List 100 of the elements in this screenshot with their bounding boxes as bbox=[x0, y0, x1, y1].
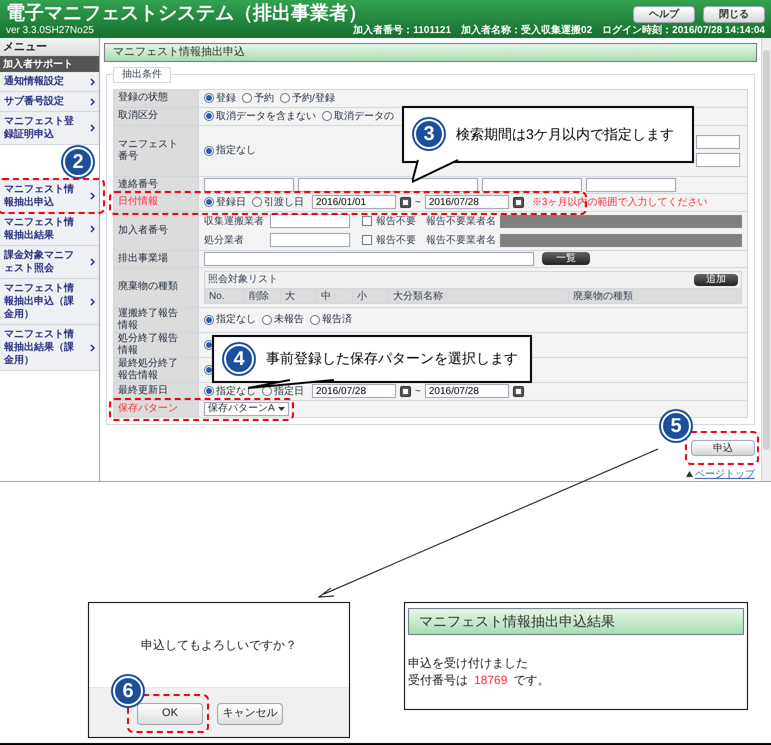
menu-item[interactable]: 課金対象マニフェスト照会 bbox=[0, 246, 99, 279]
user-info: 加入者番号：1101121 bbox=[353, 25, 452, 37]
field-label: 報告不要業者名 bbox=[426, 234, 496, 248]
radio-label: 未報告 bbox=[274, 312, 304, 327]
field-label: 処分業者 bbox=[204, 234, 245, 248]
field-label: 最終更新日 bbox=[118, 385, 168, 397]
receipt-number: 18769 bbox=[474, 672, 508, 689]
text-field[interactable] bbox=[586, 178, 676, 192]
radio-button[interactable] bbox=[204, 386, 214, 396]
calendar-icon[interactable] bbox=[512, 196, 524, 208]
radio-button[interactable] bbox=[242, 93, 252, 103]
radio-button[interactable] bbox=[322, 111, 332, 121]
menu-item[interactable]: マニフェスト登録証明申込 bbox=[0, 112, 99, 145]
list-button[interactable]: 一覧 bbox=[542, 252, 590, 265]
radio-button[interactable] bbox=[252, 197, 262, 207]
text-field[interactable] bbox=[482, 178, 582, 192]
date-field[interactable]: 2016/01/01 bbox=[312, 195, 396, 209]
callout-text: 検索期間は3ケ月以内で指定します bbox=[456, 124, 674, 144]
radio-label: 登録日 bbox=[216, 196, 246, 210]
field-label: 加入者番号 bbox=[118, 224, 168, 236]
chevron-icon bbox=[90, 298, 95, 306]
radio-label: 指定日 bbox=[274, 384, 304, 398]
column-header: 大 bbox=[281, 288, 317, 302]
menu-item[interactable]: マニフェスト情報抽出結果 bbox=[0, 213, 99, 246]
radio-button[interactable] bbox=[204, 111, 214, 121]
column-header: No. bbox=[205, 288, 245, 302]
menu-item[interactable]: 通知情報設定 bbox=[0, 72, 99, 92]
field-label: 運搬終了報告情報 bbox=[118, 308, 179, 332]
checkbox[interactable] bbox=[362, 216, 372, 226]
text-field[interactable] bbox=[696, 152, 740, 166]
app-title: 電子マニフェストシステム（排出事業者） bbox=[6, 3, 367, 24]
up-triangle-icon bbox=[686, 471, 693, 477]
checkbox-label: 報告不要 bbox=[376, 214, 416, 228]
field-label: 収集運搬業者 bbox=[204, 214, 265, 228]
radio-label: 指定なし bbox=[216, 312, 256, 327]
dropdown[interactable]: 保存パターンA bbox=[204, 402, 289, 416]
radio-button[interactable] bbox=[204, 146, 214, 156]
radio-button[interactable] bbox=[204, 197, 214, 207]
calendar-icon[interactable] bbox=[400, 386, 411, 396]
text-field[interactable] bbox=[270, 214, 350, 228]
dialog-button[interactable]: OK bbox=[137, 702, 203, 725]
chevron-icon bbox=[90, 258, 95, 266]
text-field[interactable] bbox=[696, 134, 740, 148]
field-label: 処分終了報告情報 bbox=[118, 332, 179, 356]
calendar-icon[interactable] bbox=[400, 196, 411, 208]
radio-button[interactable] bbox=[262, 314, 272, 324]
radio-button[interactable] bbox=[204, 314, 214, 324]
field-label: 取消区分 bbox=[118, 110, 158, 122]
user-info: ログイン時刻：2016/07/28 14:14:04 bbox=[602, 25, 765, 37]
text-field[interactable] bbox=[204, 178, 294, 192]
menu-item[interactable]: マニフェスト情報抽出結果（課金用） bbox=[0, 325, 99, 371]
column-header: 廃棄物の種類 bbox=[569, 288, 741, 302]
radio-label: 予約/登録 bbox=[292, 92, 335, 106]
radio-label: 引渡し日 bbox=[264, 196, 304, 210]
menu-item[interactable]: マニフェスト情報抽出申込（課金用） bbox=[0, 279, 99, 325]
calendar-icon[interactable] bbox=[512, 386, 524, 396]
radio-label: 予約 bbox=[254, 92, 274, 106]
add-button[interactable]: 追加 bbox=[694, 274, 738, 286]
column-header: 削除 bbox=[245, 288, 281, 302]
menu-item[interactable]: サブ番号設定 bbox=[0, 92, 99, 112]
menu-section: 加入者サポート bbox=[0, 56, 99, 72]
radio-button[interactable] bbox=[204, 93, 214, 103]
scrollbar[interactable] bbox=[761, 38, 771, 481]
version-text: ver 3.3.0SH27No25 bbox=[6, 25, 94, 37]
chevron-icon bbox=[90, 344, 95, 352]
radio-label: 指定なし bbox=[216, 144, 256, 158]
text-field[interactable] bbox=[204, 252, 534, 266]
step-badge: 2 bbox=[63, 147, 93, 177]
dialog-button[interactable]: キャンセル bbox=[217, 702, 283, 725]
radio-label: 登録 bbox=[216, 92, 236, 106]
checkbox[interactable] bbox=[362, 235, 372, 245]
field-label: 日付情報 bbox=[118, 196, 158, 208]
column-header: 小 bbox=[353, 288, 389, 302]
radio-button[interactable] bbox=[310, 314, 320, 324]
date-field[interactable]: 2016/07/28 bbox=[312, 384, 396, 398]
date-field[interactable]: 2016/07/28 bbox=[424, 384, 509, 398]
header-button[interactable]: 閉じる bbox=[703, 6, 765, 23]
column-header: 中 bbox=[317, 288, 353, 302]
chevron-icon bbox=[90, 124, 95, 132]
header-button[interactable]: ヘルプ bbox=[633, 6, 695, 23]
radio-button[interactable] bbox=[280, 93, 290, 103]
caret-icon bbox=[278, 406, 285, 410]
submit-button[interactable]: 申込 bbox=[691, 440, 755, 456]
page-top-link[interactable]: ページトップ bbox=[695, 466, 755, 482]
chevron-icon bbox=[90, 98, 95, 106]
field-label: 保存パターン bbox=[118, 402, 178, 414]
callout-text: 事前登録した保存パターンを選択します bbox=[266, 349, 518, 368]
result-title: マニフェスト情報抽出申込結果 bbox=[408, 608, 744, 635]
field-label: 登録の状態 bbox=[118, 92, 168, 104]
text-field[interactable] bbox=[270, 233, 350, 247]
chevron-icon bbox=[90, 225, 95, 233]
field-label: 最終処分終了報告情報 bbox=[118, 358, 179, 382]
field-label: 廃棄物の種類 bbox=[118, 281, 178, 293]
chevron-icon bbox=[90, 192, 95, 200]
radio-label: 取消データを含まない bbox=[216, 110, 316, 124]
field-label: マニフェスト番号 bbox=[118, 138, 179, 162]
result-label: 受付番号は bbox=[408, 672, 468, 689]
list-title: 照会対象リスト bbox=[208, 272, 278, 287]
date-field[interactable]: 2016/07/28 bbox=[424, 195, 509, 209]
page-title: マニフェスト情報抽出申込 bbox=[104, 43, 757, 62]
